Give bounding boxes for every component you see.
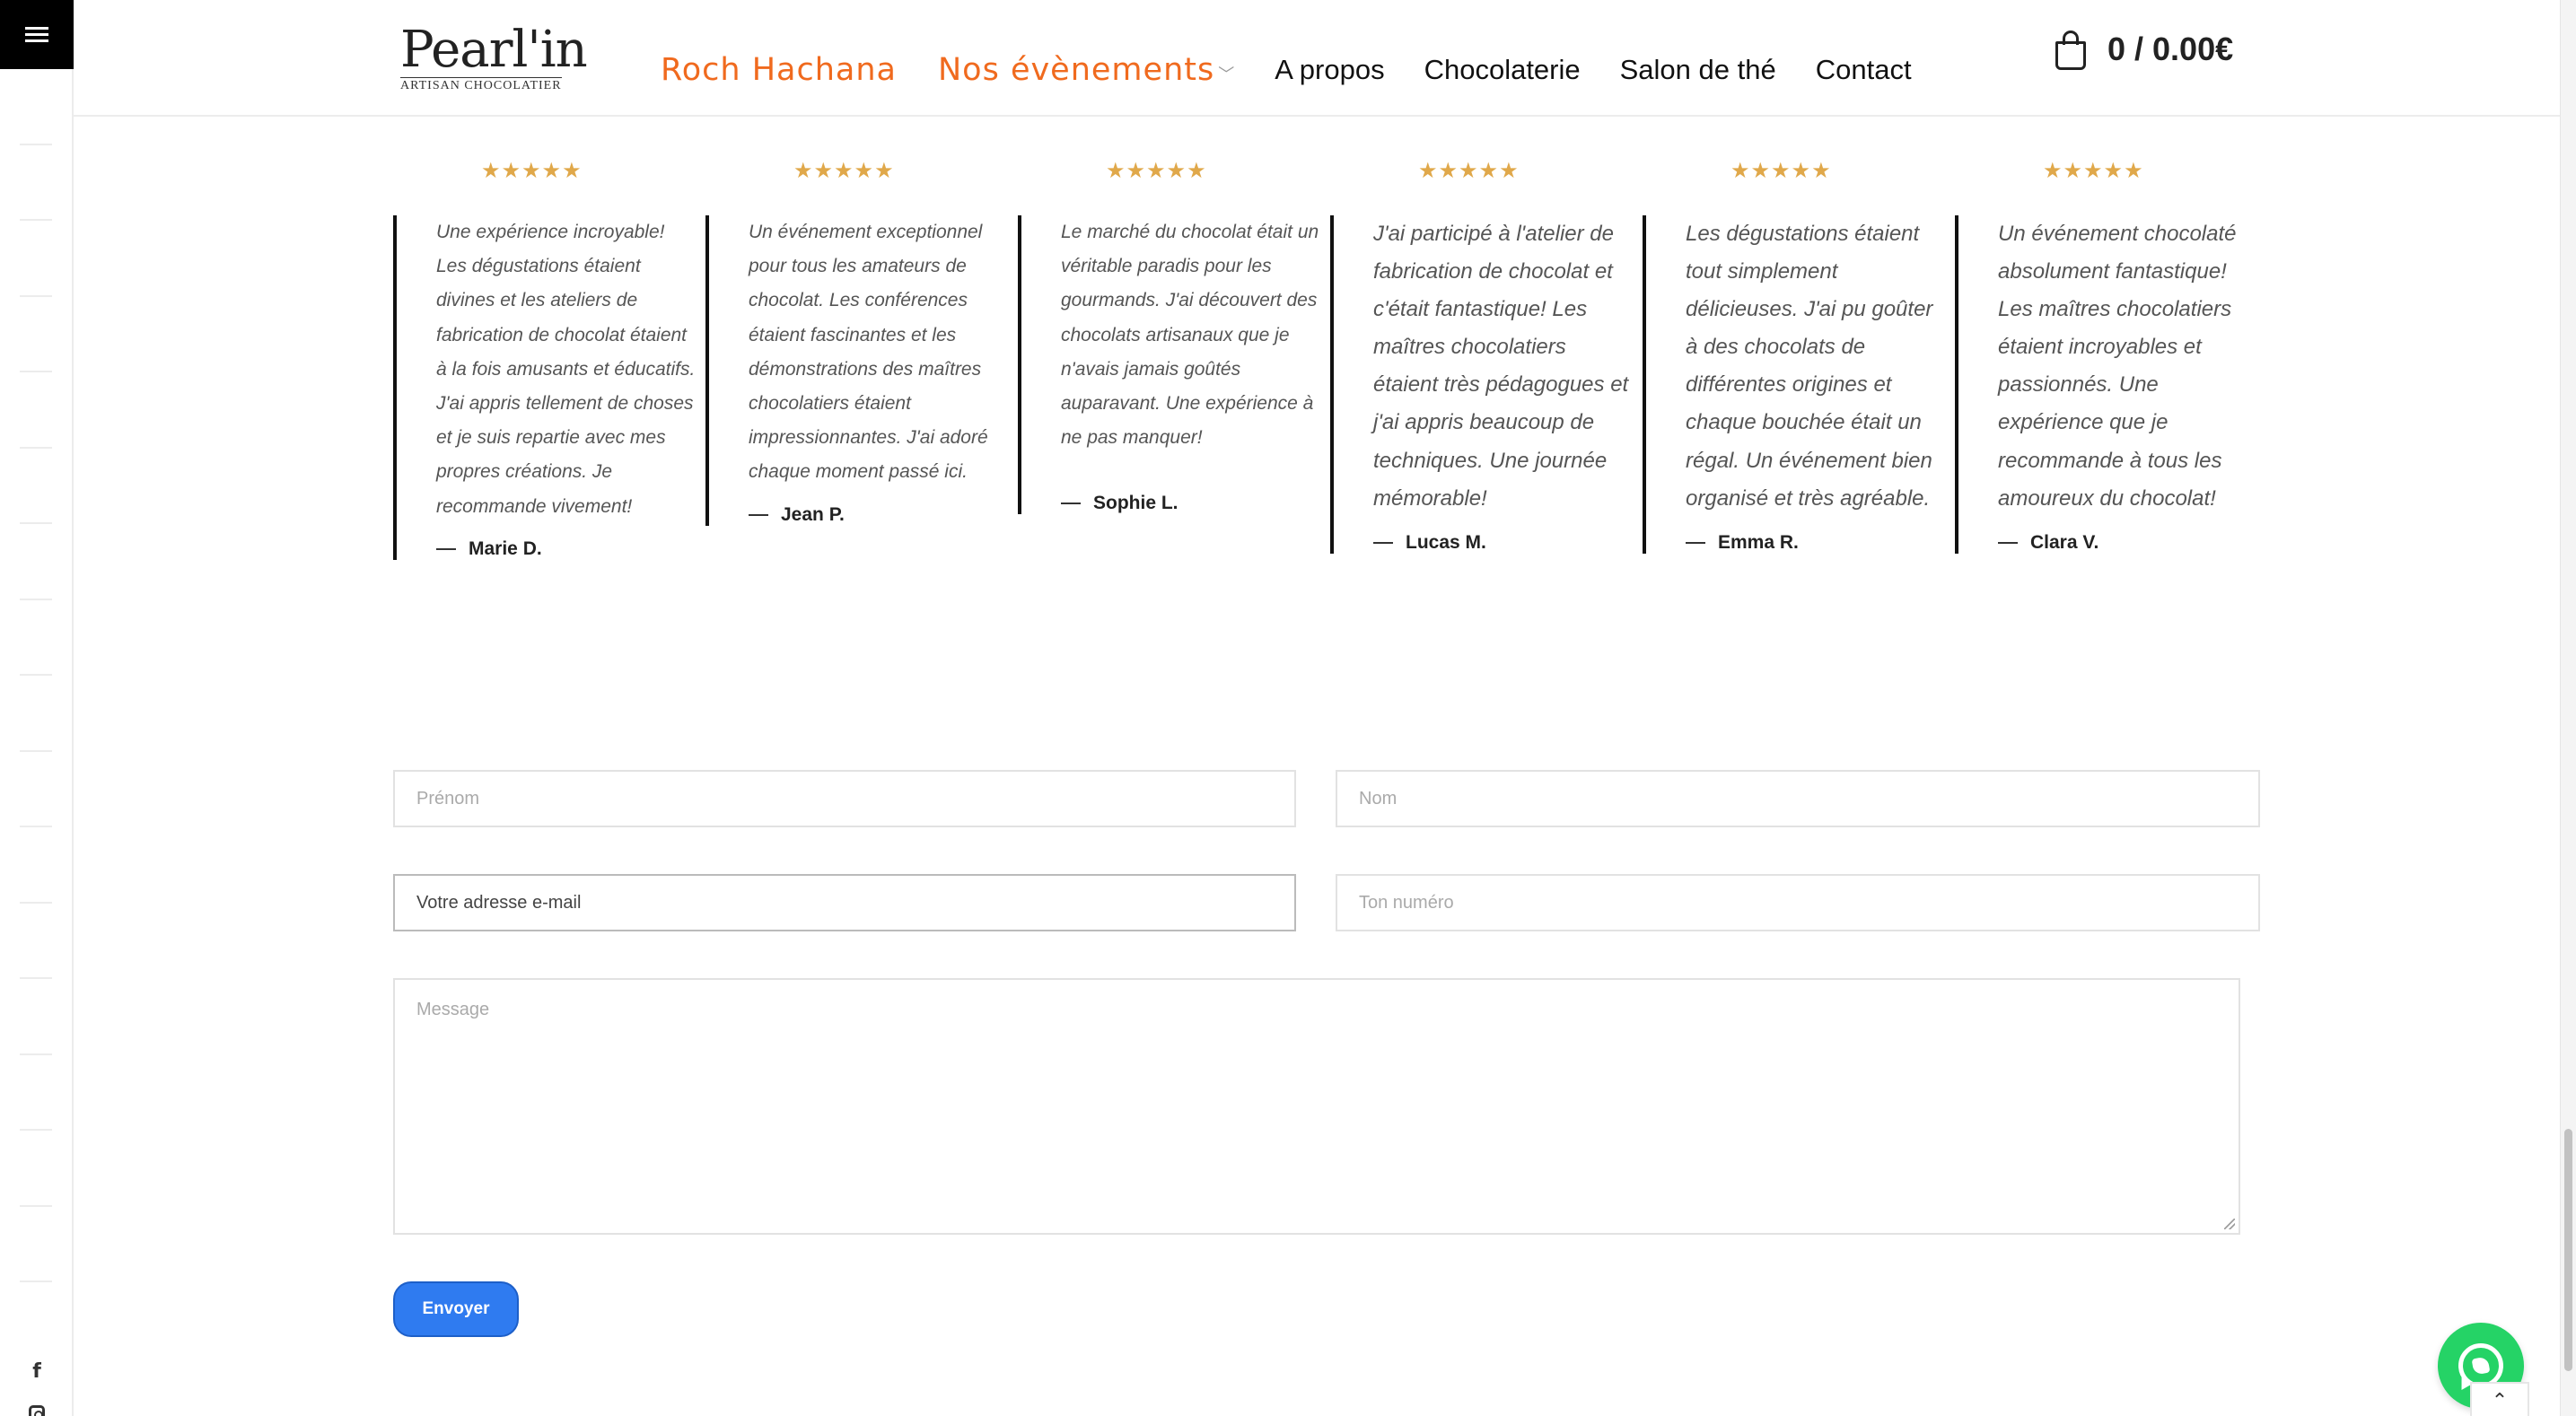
testimonial-text: Un événement exceptionnel pour tous les … bbox=[749, 222, 988, 483]
sidebar-divider bbox=[20, 295, 52, 297]
rating-stars: ★★★★★ bbox=[1418, 158, 1520, 183]
phone-input[interactable] bbox=[1337, 876, 2258, 930]
email-input[interactable] bbox=[395, 876, 1294, 930]
site-header: Pearl'in ARTISAN CHOCOLATIER Roch Hachan… bbox=[74, 0, 2560, 117]
testimonial-quote: J'ai participé à l'atelier de fabricatio… bbox=[1330, 215, 1634, 554]
site-logo[interactable]: Pearl'in ARTISAN CHOCOLATIER bbox=[400, 21, 589, 92]
sidebar-divider bbox=[20, 826, 52, 827]
sidebar-divider bbox=[20, 447, 52, 449]
scrollbar-thumb[interactable] bbox=[2564, 1129, 2572, 1371]
testimonial-quote: Un événement chocolaté absolument fantas… bbox=[1955, 215, 2258, 554]
testimonial-author: Sophie L. bbox=[1061, 493, 1321, 514]
nav-item-chocolaterie[interactable]: Chocolaterie bbox=[1424, 54, 1581, 86]
sidebar-divider bbox=[20, 1129, 52, 1131]
sidebar-divider bbox=[20, 144, 52, 145]
send-button[interactable]: Envoyer bbox=[393, 1281, 519, 1337]
rating-stars: ★★★★★ bbox=[1106, 158, 1207, 183]
testimonial-author: Clara V. bbox=[1998, 532, 2258, 554]
logo-tagline: ARTISAN CHOCOLATIER bbox=[400, 77, 562, 92]
testimonial-text: Le marché du chocolat était un véritable… bbox=[1061, 222, 1319, 449]
nav-item-contact[interactable]: Contact bbox=[1816, 54, 1912, 86]
testimonial-quote: Une expérience incroyable! Les dégustati… bbox=[393, 215, 697, 560]
cart-summary: 0 / 0.00€ bbox=[2107, 31, 2234, 67]
message-textarea[interactable] bbox=[395, 980, 2239, 1233]
phone-field[interactable] bbox=[1336, 874, 2260, 931]
nav-item-salon-de-the[interactable]: Salon de thé bbox=[1620, 54, 1776, 86]
sidebar-divider bbox=[20, 902, 52, 904]
sidebar-divider bbox=[20, 674, 52, 676]
testimonial-quote: Un événement exceptionnel pour tous les … bbox=[705, 215, 1009, 526]
nav-item-nos-evenements[interactable]: Nos évènements ﹀ bbox=[938, 52, 1235, 88]
first-name-input[interactable] bbox=[395, 772, 1294, 826]
sidebar-divider bbox=[20, 522, 52, 524]
testimonial-author: Jean P. bbox=[749, 504, 1009, 526]
cart-button[interactable]: 0 / 0.00€ bbox=[2055, 31, 2234, 70]
hamburger-icon bbox=[25, 26, 48, 43]
nav-item-roch-hachana[interactable]: Roch Hachana bbox=[661, 52, 897, 88]
back-to-top-button[interactable]: ⌃ bbox=[2470, 1382, 2529, 1416]
nav-item-a-propos[interactable]: A propos bbox=[1275, 54, 1384, 86]
sidebar-divider bbox=[20, 599, 52, 600]
instagram-icon[interactable] bbox=[27, 1405, 47, 1416]
message-field[interactable] bbox=[393, 978, 2240, 1235]
testimonial-author: Lucas M. bbox=[1373, 532, 1634, 554]
rating-stars: ★★★★★ bbox=[793, 158, 895, 183]
left-sidebar: f bbox=[0, 0, 74, 1416]
testimonial-quote: Les dégustations étaient tout simplement… bbox=[1643, 215, 1946, 554]
last-name-field[interactable] bbox=[1336, 770, 2260, 827]
testimonial-author: Marie D. bbox=[436, 538, 697, 560]
rating-stars: ★★★★★ bbox=[1730, 158, 1832, 183]
sidebar-divider bbox=[20, 977, 52, 979]
chevron-down-icon: ﹀ bbox=[1218, 66, 1236, 84]
chevron-up-icon: ⌃ bbox=[2491, 1390, 2509, 1412]
sidebar-divider bbox=[20, 750, 52, 752]
testimonial-text: J'ai participé à l'atelier de fabricatio… bbox=[1373, 222, 1629, 511]
sidebar-divider bbox=[20, 1205, 52, 1207]
testimonial-text: Un événement chocolaté absolument fantas… bbox=[1998, 222, 2237, 511]
testimonial-author: Emma R. bbox=[1686, 532, 1946, 554]
main-nav: Roch Hachana Nos évènements ﹀ A propos Ch… bbox=[661, 47, 1951, 93]
email-field[interactable] bbox=[393, 874, 1296, 931]
last-name-input[interactable] bbox=[1337, 772, 2258, 826]
sidebar-divider bbox=[20, 1053, 52, 1055]
page-scrollbar[interactable] bbox=[2560, 0, 2576, 1416]
sidebar-divider bbox=[20, 1281, 52, 1282]
testimonials-section: ★★★★★ Une expérience incroyable! Les dég… bbox=[393, 154, 2260, 607]
logo-name: Pearl'in bbox=[400, 21, 588, 79]
rating-stars: ★★★★★ bbox=[2043, 158, 2144, 183]
sidebar-divider bbox=[20, 371, 52, 372]
resize-handle[interactable] bbox=[2224, 1219, 2235, 1229]
rating-stars: ★★★★★ bbox=[481, 158, 583, 183]
testimonial-text: Les dégustations étaient tout simplement… bbox=[1686, 222, 1933, 511]
sidebar-divider bbox=[20, 219, 52, 221]
shopping-bag-icon bbox=[2055, 31, 2086, 70]
testimonial-text: Une expérience incroyable! Les dégustati… bbox=[436, 222, 696, 517]
facebook-icon[interactable]: f bbox=[27, 1362, 47, 1382]
testimonial-quote: Le marché du chocolat était un véritable… bbox=[1018, 215, 1321, 515]
menu-toggle-button[interactable] bbox=[0, 0, 74, 69]
first-name-field[interactable] bbox=[393, 770, 1296, 827]
